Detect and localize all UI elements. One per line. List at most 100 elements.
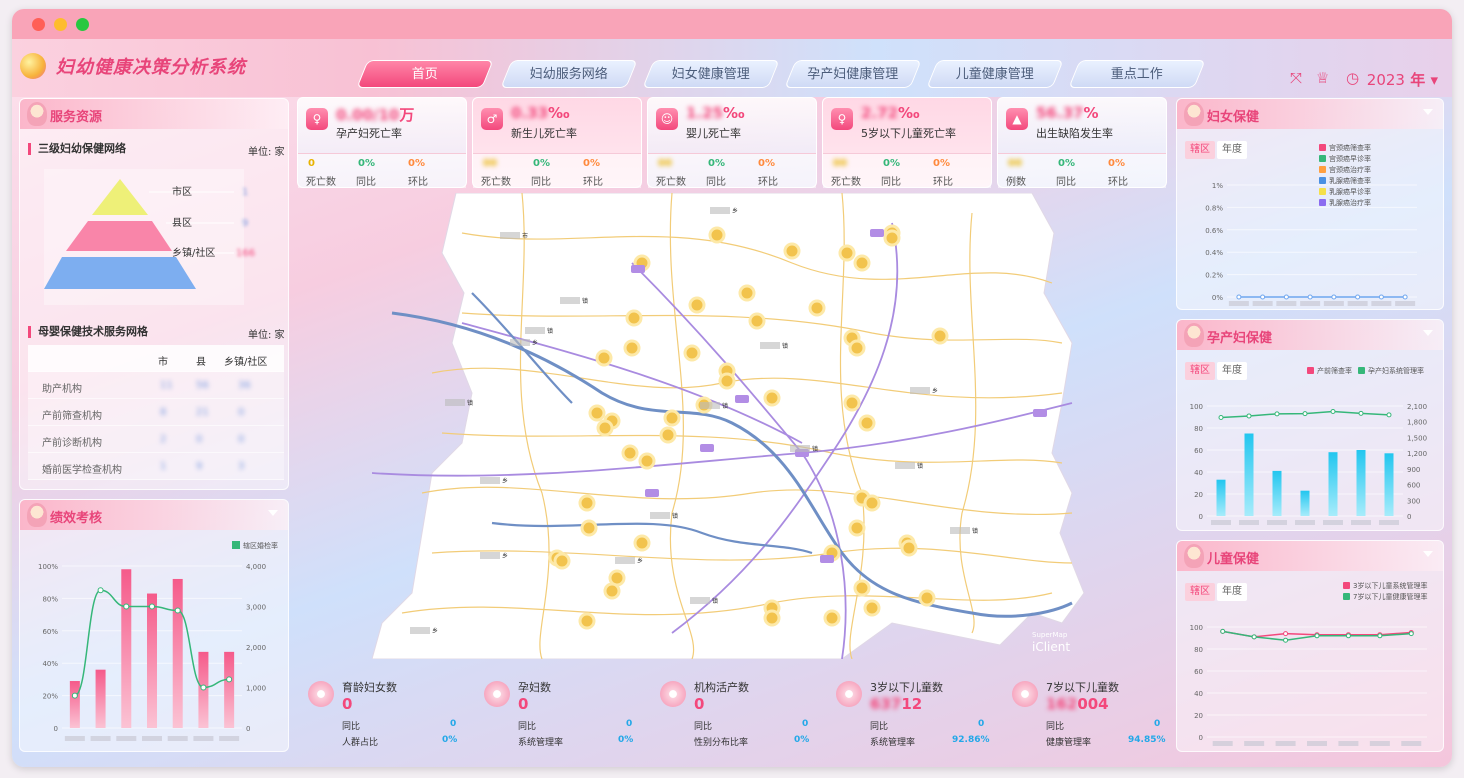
legend-item[interactable]: 产前筛查率 xyxy=(1307,366,1352,377)
institution-marker[interactable] xyxy=(621,444,639,462)
line-point[interactable] xyxy=(1378,294,1384,300)
minimize-window-button[interactable] xyxy=(54,18,67,31)
line-point[interactable] xyxy=(226,676,233,683)
line-point[interactable] xyxy=(1236,294,1242,300)
institution-marker[interactable] xyxy=(638,452,656,470)
institution-marker[interactable] xyxy=(931,327,949,345)
range-district-button[interactable]: 辖区 xyxy=(1185,362,1215,380)
bar[interactable] xyxy=(147,593,157,728)
institution-marker[interactable] xyxy=(823,609,841,627)
range-year-button[interactable]: 年度 xyxy=(1217,583,1247,601)
line-point[interactable] xyxy=(1302,411,1308,417)
close-window-button[interactable] xyxy=(32,18,45,31)
institution-marker[interactable] xyxy=(580,519,598,537)
line-point[interactable] xyxy=(1274,411,1280,417)
line-point[interactable] xyxy=(71,692,78,699)
institution-marker[interactable] xyxy=(718,372,736,390)
institution-marker[interactable] xyxy=(863,494,881,512)
institution-marker[interactable] xyxy=(808,299,826,317)
line-point[interactable] xyxy=(1260,294,1266,300)
institution-marker[interactable] xyxy=(578,612,596,630)
maximize-window-button[interactable] xyxy=(76,18,89,31)
kpi-card[interactable]: ♂ 0.33‰ 新生儿死亡率 00 0% 0% 死亡数 同比 环比 xyxy=(472,97,642,188)
legend-item[interactable]: 宫颈癌筛查率 xyxy=(1319,143,1379,154)
institution-marker[interactable] xyxy=(853,254,871,272)
line-point[interactable] xyxy=(1377,633,1383,639)
tab-home[interactable]: 首页 xyxy=(356,60,494,88)
tab-women-health[interactable]: 妇女健康管理 xyxy=(642,60,780,88)
institution-marker[interactable] xyxy=(900,539,918,557)
institution-marker[interactable] xyxy=(848,519,866,537)
range-district-button[interactable]: 辖区 xyxy=(1185,583,1215,601)
line-point[interactable] xyxy=(174,607,181,614)
line-point[interactable] xyxy=(1314,633,1320,639)
bar[interactable] xyxy=(95,669,106,728)
line-point[interactable] xyxy=(1246,413,1252,419)
line-point[interactable] xyxy=(1283,637,1289,643)
line-point[interactable] xyxy=(1283,631,1289,637)
bar[interactable] xyxy=(1300,490,1310,516)
institution-marker[interactable] xyxy=(848,339,866,357)
institution-marker[interactable] xyxy=(688,296,706,314)
dropdown-caret-icon[interactable] xyxy=(1423,109,1433,115)
line-point[interactable] xyxy=(1251,634,1257,640)
dropdown-caret-icon[interactable] xyxy=(1423,551,1433,557)
line-point[interactable] xyxy=(1408,631,1414,637)
institution-marker[interactable] xyxy=(633,534,651,552)
tab-service-network[interactable]: 妇幼服务网络 xyxy=(500,60,638,88)
range-district-button[interactable]: 辖区 xyxy=(1185,141,1215,159)
line-point[interactable] xyxy=(1355,294,1361,300)
bar[interactable] xyxy=(1328,452,1338,516)
line-point[interactable] xyxy=(1331,294,1337,300)
legend-item[interactable]: 3岁以下儿童系统管理率 xyxy=(1343,581,1427,592)
institution-marker[interactable] xyxy=(595,349,613,367)
institution-marker[interactable] xyxy=(843,394,861,412)
line-point[interactable] xyxy=(1386,412,1392,418)
institution-marker[interactable] xyxy=(663,409,681,427)
legend-item[interactable]: 7岁以下儿童健康管理率 xyxy=(1343,592,1427,603)
tab-key-work[interactable]: 重点工作 xyxy=(1068,60,1206,88)
legend-item[interactable]: 宫颈癌早诊率 xyxy=(1319,154,1379,165)
year-selector[interactable]: 2023 年 ▾ xyxy=(1367,69,1438,90)
institution-marker[interactable] xyxy=(553,552,571,570)
bar[interactable] xyxy=(121,569,132,728)
dropdown-caret-icon[interactable] xyxy=(268,510,278,516)
institution-marker[interactable] xyxy=(858,414,876,432)
institution-marker[interactable] xyxy=(763,609,781,627)
dropdown-caret-icon[interactable] xyxy=(1423,330,1433,336)
bar[interactable] xyxy=(1384,453,1394,516)
institution-marker[interactable] xyxy=(659,426,677,444)
bar[interactable] xyxy=(1244,433,1254,517)
institution-marker[interactable] xyxy=(838,244,856,262)
institution-marker[interactable] xyxy=(683,344,701,362)
line-point[interactable] xyxy=(1283,294,1289,300)
bar[interactable] xyxy=(69,681,80,728)
region-map[interactable]: 市乡镇乡镇镇镇乡镇镇乡乡镇镇镇乡镇乡 SuperMap iClient xyxy=(372,193,1087,659)
theme-shirt-icon[interactable]: ♕ xyxy=(1316,69,1329,87)
fullscreen-icon[interactable]: ⤧ xyxy=(1290,69,1302,87)
range-year-button[interactable]: 年度 xyxy=(1217,141,1247,159)
institution-marker[interactable] xyxy=(625,309,643,327)
institution-marker[interactable] xyxy=(748,312,766,330)
line-point[interactable] xyxy=(1330,409,1336,414)
institution-marker[interactable] xyxy=(578,494,596,512)
tab-maternal-health[interactable]: 孕产妇健康管理 xyxy=(784,60,922,88)
institution-marker[interactable] xyxy=(738,284,756,302)
bar[interactable] xyxy=(224,651,235,728)
institution-marker[interactable] xyxy=(783,242,801,260)
kpi-card[interactable]: ♀ 2.72‰ 5岁以下儿童死亡率 00 0% 0% 死亡数 同比 环比 xyxy=(822,97,992,188)
kpi-card[interactable]: ☺ 1.25‰ 婴儿死亡率 00 0% 0% 死亡数 同比 环比 xyxy=(647,97,817,188)
legend-item[interactable]: 孕产妇系统管理率 xyxy=(1358,366,1424,377)
institution-marker[interactable] xyxy=(918,589,936,607)
institution-marker[interactable] xyxy=(596,419,614,437)
tab-child-health[interactable]: 儿童健康管理 xyxy=(926,60,1064,88)
line-point[interactable] xyxy=(1345,633,1351,639)
line-point[interactable] xyxy=(1218,415,1224,421)
line-point[interactable] xyxy=(97,587,104,594)
bar[interactable] xyxy=(172,578,183,728)
bar[interactable] xyxy=(1272,470,1282,516)
kpi-card[interactable]: ▲ 56.37% 出生缺陷发生率 00 0% 0% 例数 同比 环比 xyxy=(997,97,1167,188)
line-point[interactable] xyxy=(149,603,155,610)
institution-marker[interactable] xyxy=(883,229,901,247)
institution-marker[interactable] xyxy=(863,599,881,617)
